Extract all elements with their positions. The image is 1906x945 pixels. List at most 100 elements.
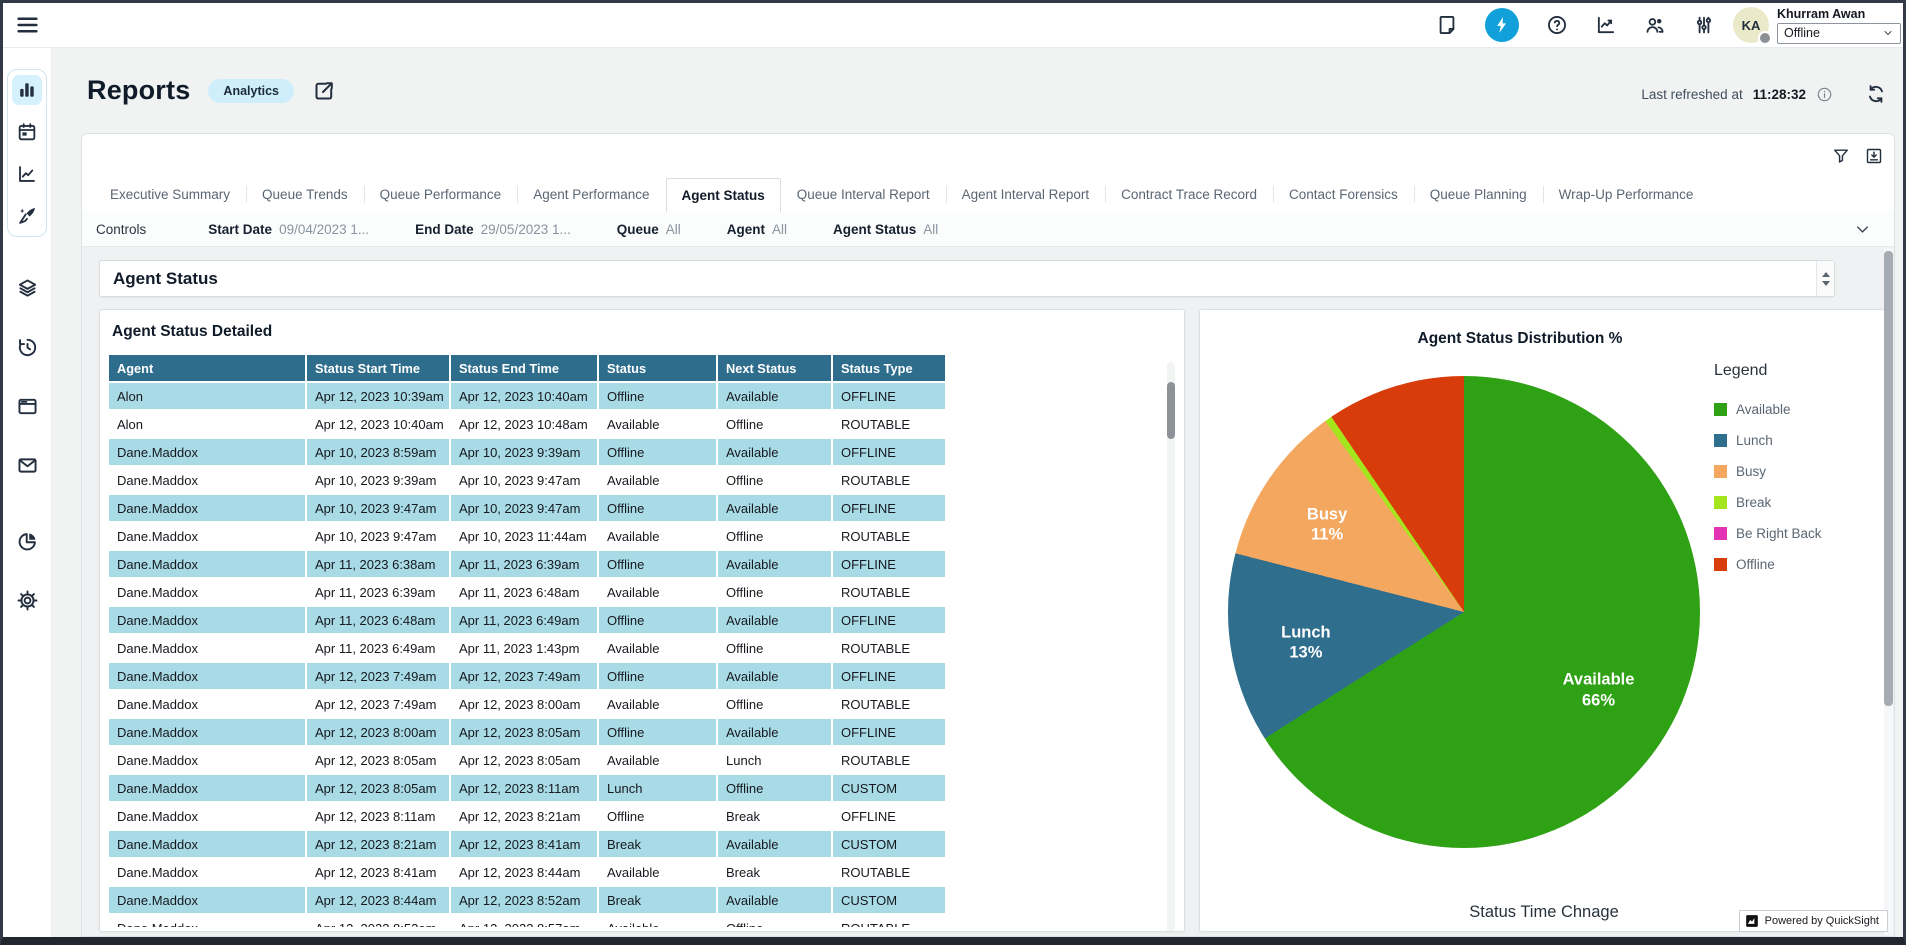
info-icon[interactable] — [1816, 86, 1833, 103]
filter-label: Queue — [617, 222, 659, 237]
legend-item-available[interactable]: Available — [1714, 402, 1886, 417]
table-scrollbar-thumb[interactable] — [1167, 382, 1175, 439]
column-header-status-start-time[interactable]: Status Start Time — [307, 355, 449, 381]
people-icon[interactable] — [1644, 14, 1666, 36]
table-cell: Available — [599, 411, 716, 437]
agent-status-select[interactable]: Offline — [1777, 23, 1901, 44]
filter-end-date[interactable]: End Date29/05/2023 1... — [415, 222, 571, 237]
legend-swatch — [1714, 403, 1727, 416]
table-cell: Available — [599, 635, 716, 661]
column-header-agent[interactable]: Agent — [109, 355, 305, 381]
table-cell: Dane.Maddox — [109, 775, 305, 801]
table-cell: ROUTABLE — [833, 635, 945, 661]
refresh-icon[interactable] — [1865, 83, 1887, 105]
legend-swatch — [1714, 465, 1727, 478]
table-cell: Dane.Maddox — [109, 635, 305, 661]
external-link-icon[interactable] — [312, 79, 336, 103]
sheet-area: Agent Status Agent Status Detailed Agent… — [82, 247, 1894, 936]
table-cell: Alon — [109, 411, 305, 437]
dashboard-tools — [1831, 146, 1884, 166]
filter-start-date[interactable]: Start Date09/04/2023 1... — [208, 222, 369, 237]
table-cell: ROUTABLE — [833, 915, 945, 927]
dashboard-scrollbar[interactable] — [1884, 248, 1893, 935]
sidebar-item-mail[interactable] — [14, 452, 40, 478]
legend-item-be-right-back[interactable]: Be Right Back — [1714, 526, 1886, 541]
table-cell: OFFLINE — [833, 383, 945, 409]
tab-queue-trends[interactable]: Queue Trends — [246, 177, 364, 212]
legend-item-busy[interactable]: Busy — [1714, 464, 1886, 479]
filter-agent[interactable]: AgentAll — [727, 222, 787, 237]
sidebar-item-calendar[interactable] — [12, 117, 42, 147]
legend-swatch — [1714, 496, 1727, 509]
table-cell: Apr 12, 2023 8:05am — [451, 719, 597, 745]
legend-label: Be Right Back — [1736, 526, 1822, 541]
legend-item-offline[interactable]: Offline — [1714, 557, 1886, 572]
table-cell: Apr 12, 2023 8:44am — [307, 887, 449, 913]
avatar[interactable]: KA — [1733, 7, 1769, 43]
table-row: Dane.MaddoxApr 12, 2023 8:11amApr 12, 20… — [109, 803, 945, 829]
sidebar-item-gear[interactable] — [14, 587, 40, 613]
hamburger-menu-icon[interactable] — [15, 13, 40, 38]
table-cell: Available — [718, 663, 831, 689]
table-cell: Available — [599, 747, 716, 773]
tab-agent-performance[interactable]: Agent Performance — [517, 177, 665, 212]
sidebar-analytics-group — [7, 69, 47, 237]
sheet-stepper[interactable] — [1816, 261, 1834, 296]
filter-queue[interactable]: QueueAll — [617, 222, 681, 237]
legend-title: Legend — [1714, 362, 1886, 380]
table-cell: Offline — [718, 691, 831, 717]
help-icon[interactable] — [1546, 14, 1568, 36]
table-cell: Apr 10, 2023 9:39am — [451, 439, 597, 465]
table-cell: Dane.Maddox — [109, 607, 305, 633]
tab-contact-forensics[interactable]: Contact Forensics — [1273, 177, 1414, 212]
tab-queue-interval-report[interactable]: Queue Interval Report — [781, 177, 946, 212]
pie-chart[interactable] — [1228, 376, 1700, 848]
table-cell: Lunch — [718, 747, 831, 773]
sidebar-item-brush[interactable] — [12, 201, 42, 231]
filter-agent-status[interactable]: Agent StatusAll — [833, 222, 938, 237]
legend-item-lunch[interactable]: Lunch — [1714, 433, 1886, 448]
chevron-down-icon — [1882, 27, 1894, 39]
column-header-status-type[interactable]: Status Type — [833, 355, 945, 381]
bolt-icon[interactable] — [1485, 8, 1519, 42]
tab-wrap-up-performance[interactable]: Wrap-Up Performance — [1543, 177, 1710, 212]
download-icon[interactable] — [1864, 146, 1884, 166]
legend-item-break[interactable]: Break — [1714, 495, 1886, 510]
dashboard-scrollbar-thumb[interactable] — [1884, 251, 1893, 706]
column-header-next-status[interactable]: Next Status — [718, 355, 831, 381]
filter-icon[interactable] — [1831, 146, 1851, 166]
tab-executive-summary[interactable]: Executive Summary — [94, 177, 246, 212]
column-header-status-end-time[interactable]: Status End Time — [451, 355, 597, 381]
filter-value: 29/05/2023 1... — [481, 222, 571, 237]
sliders-icon[interactable] — [1693, 14, 1715, 36]
sidebar-item-history[interactable] — [14, 334, 40, 360]
sidebar-item-layers[interactable] — [14, 275, 40, 301]
column-header-status[interactable]: Status — [599, 355, 716, 381]
table-viewport: AgentStatus Start TimeStatus End TimeSta… — [107, 353, 959, 927]
sidebar-item-line-chart[interactable] — [12, 159, 42, 189]
sidebar-item-window[interactable] — [14, 393, 40, 419]
tab-agent-interval-report[interactable]: Agent Interval Report — [946, 177, 1106, 212]
agent-status-value: Offline — [1784, 26, 1820, 40]
table-row: Dane.MaddoxApr 12, 2023 8:21amApr 12, 20… — [109, 831, 945, 857]
table-cell: Offline — [599, 803, 716, 829]
trend-icon[interactable] — [1595, 14, 1617, 36]
table-cell: Apr 11, 2023 6:49am — [307, 635, 449, 661]
table-cell: OFFLINE — [833, 663, 945, 689]
tab-queue-planning[interactable]: Queue Planning — [1414, 177, 1543, 212]
tab-queue-performance[interactable]: Queue Performance — [364, 177, 518, 212]
table-title: Agent Status Detailed — [100, 310, 1184, 349]
user-block: Khurram Awan Offline — [1777, 7, 1901, 44]
sidebar-item-pie-chart[interactable] — [14, 528, 40, 554]
pie-chart-title: Agent Status Distribution % — [1200, 330, 1840, 348]
collapse-controls-icon[interactable] — [1853, 220, 1872, 239]
note-icon[interactable] — [1436, 14, 1458, 36]
tab-agent-status[interactable]: Agent Status — [666, 178, 781, 213]
sheet-selector[interactable]: Agent Status — [99, 260, 1835, 297]
agent-status-distribution-card: Agent Status Distribution % Busy11%Lunch… — [1199, 309, 1889, 932]
legend-label: Break — [1736, 495, 1771, 510]
table-row: Dane.MaddoxApr 10, 2023 9:39amApr 10, 20… — [109, 467, 945, 493]
table-scrollbar[interactable] — [1167, 362, 1175, 932]
tab-contract-trace-record[interactable]: Contract Trace Record — [1105, 177, 1273, 212]
sidebar-item-bar-chart[interactable] — [12, 75, 42, 105]
